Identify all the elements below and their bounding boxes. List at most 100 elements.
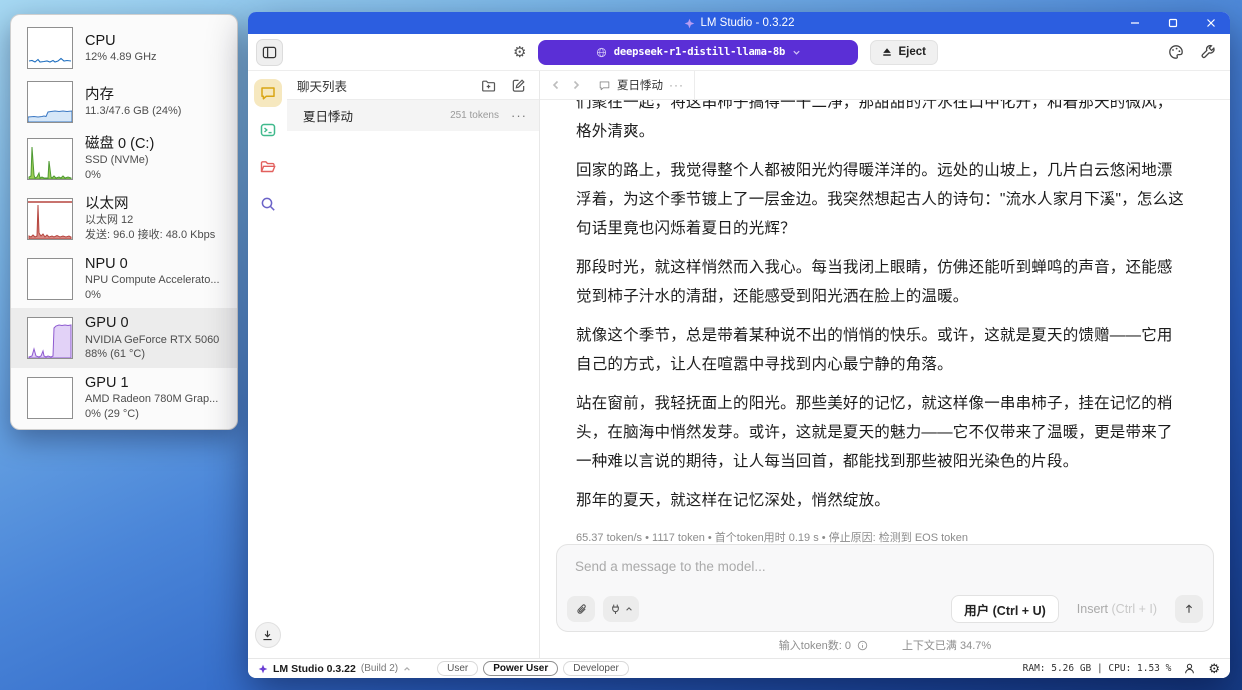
npu-chart bbox=[27, 258, 73, 300]
titlebar: LM Studio - 0.3.22 bbox=[248, 12, 1230, 34]
nav-back-button[interactable] bbox=[546, 75, 566, 95]
new-chat-pencil-icon bbox=[511, 78, 526, 93]
paperclip-icon bbox=[575, 603, 588, 616]
chevron-up-icon bbox=[403, 665, 411, 673]
app-build: (Build 2) bbox=[361, 663, 398, 674]
npu-name: NPU Compute Accelerato... bbox=[85, 273, 220, 288]
tab-current-chat[interactable]: 夏日悸动 ··· bbox=[586, 71, 695, 99]
ethernet-chart bbox=[27, 198, 73, 240]
gpu1-title: GPU 1 bbox=[85, 374, 218, 392]
nav-discover-button[interactable] bbox=[254, 190, 282, 218]
taskman-row-disk[interactable]: 磁盘 0 (C:) SSD (NVMe) 0% bbox=[11, 129, 237, 189]
wrench-icon[interactable] bbox=[1200, 44, 1216, 60]
generation-stats: 65.37 token/s • 1117 token • 首个token用时 0… bbox=[576, 529, 1188, 544]
app-version-selector[interactable]: LM Studio 0.3.22 (Build 2) bbox=[258, 663, 411, 675]
chat-item-more-button[interactable]: ··· bbox=[507, 108, 531, 123]
mode-power-user[interactable]: Power User bbox=[483, 661, 558, 676]
context-status-line: 输入token数: 0 上下文已满 34.7% bbox=[540, 632, 1230, 658]
cpu-stats: 12% 4.89 GHz bbox=[85, 50, 157, 65]
eject-model-button[interactable]: Eject bbox=[870, 40, 938, 65]
nav-forward-button[interactable] bbox=[566, 75, 586, 95]
message-scroll-area[interactable]: 们聚在一起，将这串柿子搞得一干二净，那甜甜的汁水在口中化开，和着那天的微风，格外… bbox=[540, 100, 1230, 544]
ethernet-title: 以太网 bbox=[85, 195, 215, 213]
gpu0-usage: 88% (61 °C) bbox=[85, 347, 219, 362]
model-icon bbox=[596, 47, 607, 58]
chat-list-item[interactable]: 夏日悸动 251 tokens ··· bbox=[287, 100, 539, 131]
mode-switcher: User Power User Developer bbox=[437, 661, 629, 676]
taskman-row-gpu1[interactable]: GPU 1 AMD Radeon 780M Grap... 0% (29 °C) bbox=[11, 368, 237, 428]
input-token-count: 输入token数: 0 bbox=[779, 637, 851, 653]
disk-type: SSD (NVMe) bbox=[85, 153, 154, 168]
plugins-button[interactable] bbox=[603, 596, 639, 622]
download-icon bbox=[261, 629, 274, 642]
cpu-title: CPU bbox=[85, 32, 157, 50]
memory-stats: 11.3/47.6 GB (24%) bbox=[85, 104, 181, 119]
chat-item-name: 夏日悸动 bbox=[303, 106, 442, 125]
arrow-up-icon bbox=[1183, 603, 1195, 615]
gpu0-name: NVIDIA GeForce RTX 5060 bbox=[85, 333, 219, 348]
chevron-down-icon bbox=[792, 48, 801, 57]
nav-developer-button[interactable] bbox=[254, 116, 282, 144]
mode-developer[interactable]: Developer bbox=[563, 661, 629, 676]
gpu1-name: AMD Radeon 780M Grap... bbox=[85, 392, 218, 407]
status-bar: LM Studio 0.3.22 (Build 2) User Power Us… bbox=[248, 658, 1230, 678]
taskman-row-ethernet[interactable]: 以太网 以太网 12 发送: 96.0 接收: 48.0 Kbps bbox=[11, 189, 237, 249]
resource-usage: RAM: 5.26 GB | CPU: 1.53 % bbox=[1023, 663, 1172, 674]
assistant-paragraph: 就像这个季节，总是带着某种说不出的悄悄的快乐。或许，这就是夏天的馈赠——它用自己… bbox=[576, 321, 1188, 379]
new-folder-button[interactable] bbox=[477, 74, 499, 96]
minimize-button[interactable] bbox=[1116, 12, 1154, 34]
taskman-row-memory[interactable]: 内存 11.3/47.6 GB (24%) bbox=[11, 75, 237, 129]
model-name: deepseek-r1-distill-llama-8b bbox=[614, 46, 785, 58]
toolbar: ⚙ deepseek-r1-distill-llama-8b bbox=[248, 34, 1230, 71]
nav-my-models-button[interactable] bbox=[254, 153, 282, 181]
message-input[interactable] bbox=[567, 551, 1203, 595]
user-account-icon[interactable] bbox=[1183, 662, 1196, 675]
window-title: LM Studio - 0.3.22 bbox=[701, 17, 795, 29]
model-settings-gear-icon[interactable]: ⚙ bbox=[513, 45, 526, 60]
memory-title: 内存 bbox=[85, 86, 181, 104]
left-icon-rail bbox=[248, 71, 287, 658]
lmstudio-logo-icon bbox=[684, 18, 695, 29]
disk-title: 磁盘 0 (C:) bbox=[85, 135, 154, 153]
settings-gear-icon[interactable]: ⚙ bbox=[1208, 662, 1220, 675]
taskman-row-cpu[interactable]: CPU 12% 4.89 GHz bbox=[11, 21, 237, 75]
mode-user[interactable]: User bbox=[437, 661, 478, 676]
insert-button[interactable]: Insert (Ctrl + I) bbox=[1067, 602, 1167, 616]
disk-usage: 0% bbox=[85, 168, 154, 183]
chat-list-title: 聊天列表 bbox=[297, 76, 469, 95]
task-manager-widget: CPU 12% 4.89 GHz 内存 11.3/47.6 GB (24%) 磁… bbox=[10, 14, 238, 430]
npu-usage: 0% bbox=[85, 288, 220, 303]
loaded-model-selector[interactable]: deepseek-r1-distill-llama-8b bbox=[538, 40, 858, 65]
maximize-button[interactable] bbox=[1154, 12, 1192, 34]
app-version: LM Studio 0.3.22 bbox=[273, 663, 356, 675]
tab-label: 夏日悸动 bbox=[617, 77, 663, 93]
disk-chart bbox=[27, 138, 73, 180]
close-button[interactable] bbox=[1192, 12, 1230, 34]
assistant-paragraph: 们聚在一起，将这串柿子搞得一干二净，那甜甜的汁水在口中化开，和着那天的微风，格外… bbox=[576, 100, 1188, 146]
eject-icon bbox=[882, 47, 892, 57]
lmstudio-logo-icon bbox=[258, 664, 268, 674]
taskman-row-gpu0[interactable]: GPU 0 NVIDIA GeForce RTX 5060 88% (61 °C… bbox=[11, 308, 237, 368]
attach-file-button[interactable] bbox=[567, 596, 595, 622]
send-button[interactable] bbox=[1175, 595, 1203, 623]
chat-bubble-icon bbox=[259, 84, 277, 102]
downloads-button[interactable] bbox=[255, 622, 281, 648]
theme-palette-icon[interactable] bbox=[1168, 44, 1184, 60]
chat-list-panel: 聊天列表 夏日悸动 bbox=[287, 71, 540, 658]
sidebar-toggle-button[interactable] bbox=[256, 39, 283, 66]
assistant-paragraph: 那段时光，就这样悄然而入我心。每当我闭上眼睛，仿佛还能听到蝉鸣的声音，还能感觉到… bbox=[576, 253, 1188, 311]
ethernet-name: 以太网 12 bbox=[85, 213, 215, 228]
nav-chat-button[interactable] bbox=[254, 79, 282, 107]
assistant-paragraph: 站在窗前，我轻抚面上的阳光。那些美好的记忆，就这样像一串串柿子，挂在记忆的梢头，… bbox=[576, 389, 1188, 476]
terminal-icon bbox=[259, 121, 277, 139]
chat-item-token-count: 251 tokens bbox=[450, 110, 499, 121]
tab-more-button[interactable]: ··· bbox=[669, 78, 684, 92]
npu-title: NPU 0 bbox=[85, 255, 220, 273]
folder-plus-icon bbox=[481, 78, 496, 93]
send-as-user-button[interactable]: 用户 (Ctrl + U) bbox=[951, 595, 1059, 623]
taskman-row-npu[interactable]: NPU 0 NPU Compute Accelerato... 0% bbox=[11, 249, 237, 309]
context-full-percent: 上下文已满 34.7% bbox=[902, 637, 991, 653]
info-icon[interactable] bbox=[857, 640, 868, 651]
search-icon bbox=[259, 195, 277, 213]
new-chat-button[interactable] bbox=[507, 74, 529, 96]
